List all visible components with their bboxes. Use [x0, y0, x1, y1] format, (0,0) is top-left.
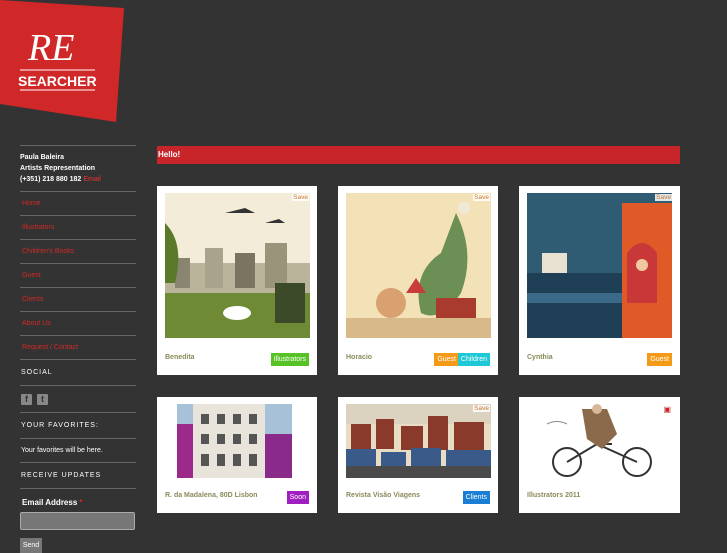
- nav-item-home[interactable]: Home: [20, 191, 136, 215]
- email-link[interactable]: Email: [83, 176, 101, 183]
- card-title[interactable]: Cynthia: [527, 354, 553, 361]
- send-button[interactable]: Send: [20, 538, 42, 553]
- card-image[interactable]: [527, 404, 672, 478]
- social-heading: SOCIAL: [20, 359, 136, 385]
- card-title[interactable]: Horacio: [346, 354, 372, 361]
- favorites-heading: YOUR FAVORITES:: [20, 412, 136, 438]
- card-image[interactable]: [346, 193, 491, 338]
- logo-image: RE SEARCHER: [0, 0, 124, 122]
- card-image[interactable]: [527, 193, 672, 338]
- card-image[interactable]: [165, 193, 310, 338]
- card-title[interactable]: Revista Visão Viagens: [346, 492, 420, 499]
- favorites-text: Your favorites will be here.: [20, 438, 136, 462]
- tag-illustrators[interactable]: Illustrators: [270, 353, 309, 366]
- card-revista[interactable]: Save Revista Visão Viagens Clients: [338, 397, 498, 513]
- card-title[interactable]: Illustrators 2011: [527, 492, 580, 499]
- save-link[interactable]: Save: [292, 194, 309, 201]
- card-madalena[interactable]: R. da Madalena, 80D Lisbon Soon: [157, 397, 317, 513]
- card-horacio[interactable]: Save Horacio Guest Children: [338, 186, 498, 375]
- email-input[interactable]: [20, 512, 135, 530]
- save-link[interactable]: Save: [655, 194, 672, 201]
- nav-item-clients[interactable]: Clients: [20, 287, 136, 311]
- twitter-icon[interactable]: t: [37, 393, 48, 405]
- card-title[interactable]: R. da Madalena, 80D Lisbon: [165, 492, 258, 499]
- tag-clients[interactable]: Clients: [462, 491, 490, 504]
- greeting-bar: Hello!: [157, 146, 680, 164]
- nav-item-illustrators[interactable]: Illustrators: [20, 215, 136, 239]
- tag-guest[interactable]: Guest: [434, 353, 459, 366]
- social-links: f t: [20, 385, 136, 412]
- required-mark: *: [79, 498, 83, 507]
- card-illustrators-2011[interactable]: ▣ Illustrators 2011: [519, 397, 680, 513]
- contact-role: Artists Representation: [20, 165, 96, 172]
- contact-name: Paula Baleira: [20, 154, 64, 161]
- card-image[interactable]: [346, 404, 491, 478]
- card-title[interactable]: Benedita: [165, 354, 195, 361]
- tag-guest[interactable]: Guest: [647, 353, 672, 366]
- tag-children[interactable]: Children: [457, 353, 490, 366]
- sidebar: Paula Baleira Artists Representation (+3…: [20, 145, 136, 553]
- contact-phone: (+351) 218 880 182: [20, 176, 82, 183]
- email-address-label: Email Address *: [20, 488, 136, 507]
- updates-heading: RECEIVE UPDATES: [20, 462, 136, 488]
- contact-line: (+351) 218 880 182 Email: [20, 174, 136, 185]
- logo[interactable]: RE SEARCHER: [0, 0, 127, 125]
- nav-item-childrens-books[interactable]: Children's Books: [20, 239, 136, 263]
- facebook-icon[interactable]: f: [21, 393, 32, 405]
- nav-item-guest[interactable]: Guest: [20, 263, 136, 287]
- nav-item-request-contact[interactable]: Request / Contact: [20, 335, 136, 359]
- greeting-text: Hello!: [158, 150, 181, 159]
- pdf-icon[interactable]: ▣: [662, 405, 672, 414]
- card-image[interactable]: [165, 404, 310, 478]
- logo-word: SEARCHER: [18, 73, 97, 89]
- save-link[interactable]: Save: [473, 405, 490, 412]
- logo-mark: RE: [27, 27, 74, 69]
- contact-block: Paula Baleira Artists Representation (+3…: [20, 145, 136, 191]
- tag-soon[interactable]: Soon: [286, 491, 309, 504]
- save-link[interactable]: Save: [473, 194, 490, 201]
- nav-item-about-us[interactable]: About Us: [20, 311, 136, 335]
- card-benedita[interactable]: Save Benedita Illustrators: [157, 186, 317, 375]
- email-label-text: Email Address: [22, 498, 78, 507]
- card-cynthia[interactable]: Save Cynthia Guest: [519, 186, 680, 375]
